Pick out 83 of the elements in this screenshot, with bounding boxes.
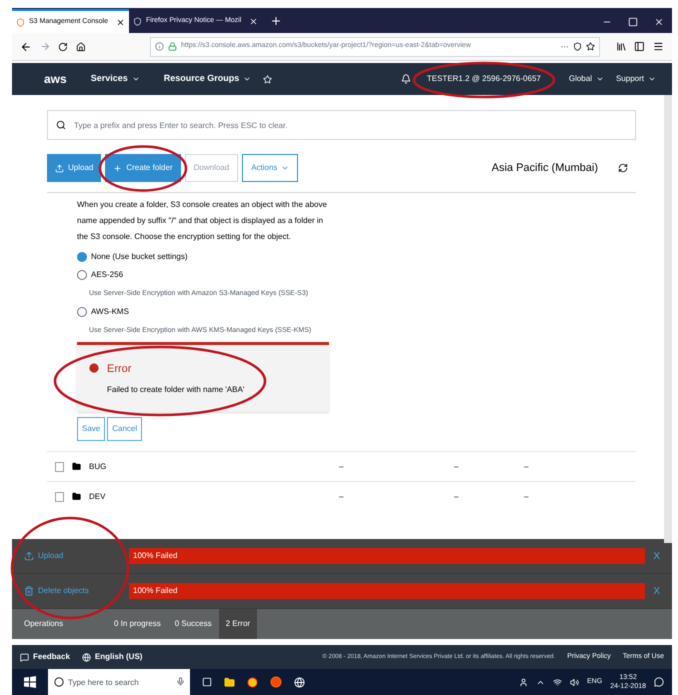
caret-icon (648, 75, 656, 83)
back-icon[interactable] (20, 40, 32, 52)
volume-icon[interactable] (570, 678, 580, 686)
bookmark-icon[interactable] (586, 42, 595, 51)
refresh-icon[interactable] (618, 163, 628, 173)
notifications-icon[interactable] (654, 677, 664, 687)
toolbar-button[interactable]: Create folder (105, 154, 181, 182)
encryption-radio[interactable]: None (Use bucket settings) (77, 251, 336, 263)
folder-name[interactable]: BUG (89, 460, 339, 472)
region-label: Asia Pacific (Mumbai) (492, 160, 598, 176)
toolbar-button[interactable]: Actions (242, 154, 298, 182)
upload-icon (55, 164, 64, 172)
table-cell-text: – (339, 490, 344, 502)
upload-icon (24, 551, 34, 561)
reload-icon[interactable] (58, 42, 68, 52)
search-icon (56, 120, 66, 130)
operation-label[interactable]: Upload (38, 550, 129, 562)
chat-icon (20, 652, 29, 662)
encryption-radio[interactable]: AWS-KMS (77, 306, 336, 318)
description-text: When you create a folder, S3 console creates an object with the above name appended by suffix "/" and that object is displayed as a folder in the S3 console. Choose the encryption setting for the object. (77, 199, 328, 243)
info-icon (155, 42, 164, 51)
region-menu[interactable]: Global (568, 73, 604, 85)
taskbar-search-field[interactable]: Type here to search (48, 669, 190, 695)
caret-icon (596, 75, 604, 83)
feedback-link[interactable]: Feedback (33, 651, 70, 663)
caret-icon (281, 164, 290, 172)
nav-menu[interactable]: Resource Groups (164, 72, 252, 86)
tab-favicon-icon (16, 18, 25, 26)
tab-favicon-icon (133, 16, 142, 26)
caret-icon (243, 75, 252, 83)
globe-icon (82, 652, 91, 662)
aws-logo[interactable]: aws (44, 70, 67, 88)
progress-status: 100% Failed (132, 586, 178, 595)
progress-status: 100% Failed (132, 551, 178, 560)
close-icon[interactable] (249, 16, 258, 26)
form-button[interactable]: Cancel (107, 417, 142, 441)
folder-name[interactable]: DEV (89, 490, 339, 502)
encryption-radio[interactable]: AES-256 (77, 269, 336, 281)
error-icon (89, 363, 99, 373)
caret-icon (132, 75, 140, 83)
microphone-icon[interactable] (176, 677, 185, 686)
form-button[interactable]: Save (77, 417, 106, 441)
folder-icon (72, 462, 81, 471)
close-icon[interactable] (654, 17, 664, 27)
task-view-icon[interactable] (202, 677, 212, 687)
table-cell: – (524, 490, 528, 502)
more-text[interactable]: ··· (560, 40, 569, 52)
toolbar-button[interactable]: Upload (47, 154, 102, 182)
operations-tab[interactable]: Operations (12, 609, 107, 639)
operations-tab[interactable]: 0 In progress (107, 609, 168, 639)
sidebar-icon[interactable] (634, 41, 646, 52)
operations-tab[interactable]: 0 Success (168, 609, 219, 639)
table-cell: – (524, 460, 528, 472)
maximize-icon[interactable] (628, 17, 638, 27)
table-cell-text: – (454, 460, 460, 472)
support-menu[interactable]: Support (616, 73, 656, 85)
row-checkbox[interactable] (55, 492, 64, 502)
table-cell-text: – (454, 490, 460, 502)
home-icon[interactable] (76, 42, 86, 52)
people-icon[interactable] (519, 678, 528, 686)
error-message: Failed to create folder with name 'ABA' (107, 384, 244, 396)
close-icon[interactable] (116, 18, 125, 26)
language-menu[interactable]: English (US) (94, 651, 142, 663)
windows-icon[interactable] (24, 676, 36, 688)
error-title: Error (107, 362, 132, 377)
operation-label[interactable]: Delete objects (38, 585, 129, 597)
network-icon[interactable] (553, 678, 562, 686)
bell-icon[interactable] (400, 74, 411, 84)
table-cell-text: – (339, 460, 344, 472)
row-checkbox[interactable] (55, 462, 64, 472)
menu-icon[interactable] (653, 41, 664, 52)
lock-icon (168, 42, 177, 51)
close-button[interactable]: X (653, 584, 660, 598)
search-field[interactable]: Type a prefix and press Enter to search. Press ESC to clear. (47, 110, 636, 140)
new-tab-icon[interactable] (270, 15, 282, 27)
folder-icon (72, 492, 81, 501)
trash-icon (24, 586, 34, 596)
library-icon[interactable] (616, 41, 626, 52)
nav-menu[interactable]: Services (90, 72, 140, 86)
operations-tab[interactable]: 2 Error (218, 609, 258, 639)
plus-icon (113, 164, 122, 172)
file-explorer-icon[interactable] (224, 676, 235, 688)
close-button[interactable]: X (653, 548, 660, 564)
